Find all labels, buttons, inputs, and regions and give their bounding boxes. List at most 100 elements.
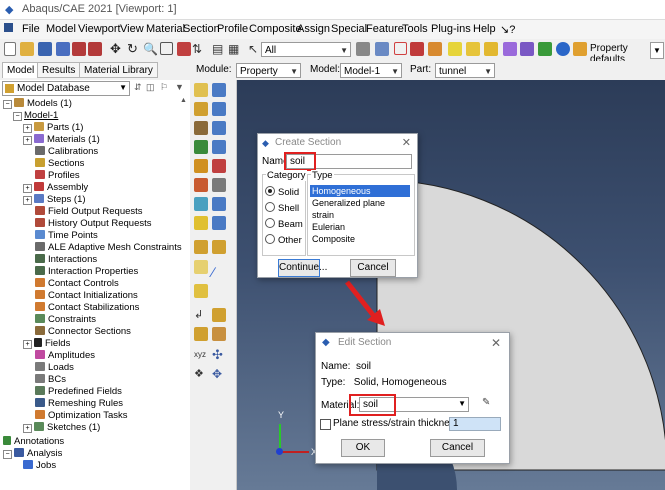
type-eulerian[interactable]: Eulerian <box>310 221 410 233</box>
menu-view[interactable]: View <box>120 23 144 35</box>
render-mesh-icon[interactable] <box>503 42 517 56</box>
expand-icon[interactable]: + <box>23 196 32 205</box>
new-file-icon[interactable] <box>4 42 16 56</box>
selection-filter-select[interactable]: All ▼ <box>261 42 351 57</box>
material-manager-icon[interactable] <box>212 83 226 97</box>
collapse-icon[interactable]: − <box>13 112 22 121</box>
skin-manager-icon[interactable] <box>212 216 226 230</box>
tree-item-amplitudes[interactable]: Amplitudes <box>35 350 95 362</box>
menu-assign[interactable]: Assign <box>297 23 330 35</box>
display-group-icon[interactable] <box>410 42 424 56</box>
tree-item-ale-constraints[interactable]: ALE Adaptive Mesh Constraints <box>35 242 182 254</box>
plane-thickness-field[interactable]: 1 <box>449 417 501 431</box>
scroll-up-icon[interactable]: ▲ <box>180 97 187 104</box>
orientation-tools-icon[interactable] <box>212 159 226 173</box>
rotate-icon[interactable]: ↻ <box>127 42 141 56</box>
select-from-viewport-icon[interactable] <box>375 42 389 56</box>
tree-item-contact-initializations[interactable]: Contact Initializations <box>35 290 138 302</box>
zoom-box-icon[interactable] <box>160 42 173 55</box>
property-defaults-dropdown[interactable]: ▼ <box>650 42 664 59</box>
tree-item-interactions[interactable]: Interactions <box>35 254 97 266</box>
assign-beam-orientation-icon[interactable] <box>194 178 208 192</box>
tree-item-materials[interactable]: + Materials (1) <box>23 134 100 146</box>
type-generalized-plane-strain[interactable]: Generalized plane strain <box>310 197 410 221</box>
render-edges-icon[interactable] <box>520 42 534 56</box>
tree-item-steps[interactable]: + Steps (1) <box>23 194 86 206</box>
type-composite[interactable]: Composite <box>310 233 410 245</box>
inertia-manager-icon[interactable] <box>212 240 226 254</box>
tree-item-loads[interactable]: Loads <box>35 362 74 374</box>
tree-help-icon[interactable]: ▼ <box>175 82 184 92</box>
set-icon[interactable] <box>194 327 208 341</box>
menu-plugins[interactable]: Plug-ins <box>431 23 471 35</box>
create-profile-icon[interactable] <box>194 140 208 154</box>
render-hidden-icon[interactable] <box>466 42 480 56</box>
results-tree-icon[interactable] <box>88 42 102 56</box>
tree-item-parts[interactable]: + Parts (1) <box>23 122 83 134</box>
tree-item-contact-controls[interactable]: Contact Controls <box>35 278 119 290</box>
category-shell-radio[interactable]: Shell <box>265 202 299 214</box>
filter-tree-icon[interactable]: ⚐ <box>160 82 168 93</box>
menu-viewport[interactable]: Viewport <box>78 23 121 35</box>
tree-item-annotations[interactable]: Annotations <box>3 436 64 448</box>
tree-item-time-points[interactable]: Time Points <box>35 230 98 242</box>
menu-feature[interactable]: Feature <box>366 23 404 35</box>
layup-manager-icon[interactable] <box>212 197 226 211</box>
tab-results[interactable]: Results <box>37 62 81 78</box>
expand-icon[interactable]: + <box>23 424 32 433</box>
collapse-icon[interactable]: − <box>3 450 12 459</box>
close-icon[interactable]: ✕ <box>491 334 501 352</box>
partition-face-icon[interactable] <box>212 308 226 322</box>
drag-shape-icon[interactable] <box>394 42 407 55</box>
section-manager-icon[interactable] <box>212 102 226 116</box>
collapse-icon[interactable]: ◫ <box>146 82 155 93</box>
menu-material[interactable]: Material <box>146 23 185 35</box>
assign-orientation-icon[interactable] <box>194 159 208 173</box>
ok-button[interactable]: OK <box>341 439 385 457</box>
cancel-button[interactable]: Cancel <box>430 439 485 457</box>
stringer-icon[interactable] <box>194 284 208 298</box>
composite-layup-icon[interactable] <box>194 197 208 211</box>
replace-icon[interactable] <box>428 42 442 56</box>
menu-composite[interactable]: Composite <box>249 23 302 35</box>
collapse-icon[interactable]: − <box>3 100 12 109</box>
tree-item-contact-stabilizations[interactable]: Contact Stabilizations <box>35 302 139 314</box>
tree-item-calibrations[interactable]: Calibrations <box>35 146 98 158</box>
normal-tools-icon[interactable] <box>212 178 226 192</box>
tree-item-fields[interactable]: + Fields <box>23 338 70 350</box>
print-viewport-icon[interactable]: ▦ <box>228 42 242 56</box>
expand-icon[interactable]: + <box>23 184 32 193</box>
category-other-radio[interactable]: Other <box>265 234 302 246</box>
tree-item-optimization-tasks[interactable]: Optimization Tasks <box>35 410 128 422</box>
filter-icon[interactable] <box>356 42 370 56</box>
datum-csys-icon[interactable]: ✣ <box>212 348 226 362</box>
auto-fit-icon[interactable] <box>177 42 191 56</box>
cycle-views-icon[interactable]: ⇅ <box>192 42 206 56</box>
tab-material-library[interactable]: Material Library <box>79 62 158 78</box>
close-icon[interactable]: ✕ <box>402 134 411 152</box>
cursor-icon[interactable]: ↖ <box>248 42 262 56</box>
tree-item-connector-sections[interactable]: Connector Sections <box>35 326 131 338</box>
surface-icon[interactable] <box>212 327 226 341</box>
menu-special[interactable]: Special <box>331 23 367 35</box>
menu-model[interactable]: Model <box>46 23 76 35</box>
pan-icon[interactable]: ✥ <box>110 42 124 56</box>
menu-section[interactable]: Section <box>183 23 220 35</box>
menu-tools[interactable]: Tools <box>402 23 428 35</box>
category-beam-radio[interactable]: Beam <box>265 218 303 230</box>
profile-manager-icon[interactable] <box>212 140 226 154</box>
query-icon[interactable]: ▤ <box>212 42 226 56</box>
tree-item-history-output-requests[interactable]: History Output Requests <box>35 218 152 230</box>
open-file-icon[interactable] <box>20 42 34 56</box>
expand-all-icon[interactable]: ⇵ <box>134 82 142 93</box>
expand-icon[interactable]: + <box>23 340 32 349</box>
print-icon[interactable] <box>56 42 70 56</box>
assign-section-icon[interactable] <box>194 121 208 135</box>
cancel-button[interactable]: Cancel <box>350 259 396 277</box>
render-filled-icon[interactable] <box>538 42 552 56</box>
menu-help[interactable]: Help <box>473 23 496 35</box>
expand-icon[interactable]: + <box>23 136 32 145</box>
datum-line-icon[interactable]: ∕ <box>212 265 226 279</box>
magnify-icon[interactable]: 🔍 <box>143 42 158 56</box>
tree-item-jobs[interactable]: Jobs <box>23 460 56 472</box>
